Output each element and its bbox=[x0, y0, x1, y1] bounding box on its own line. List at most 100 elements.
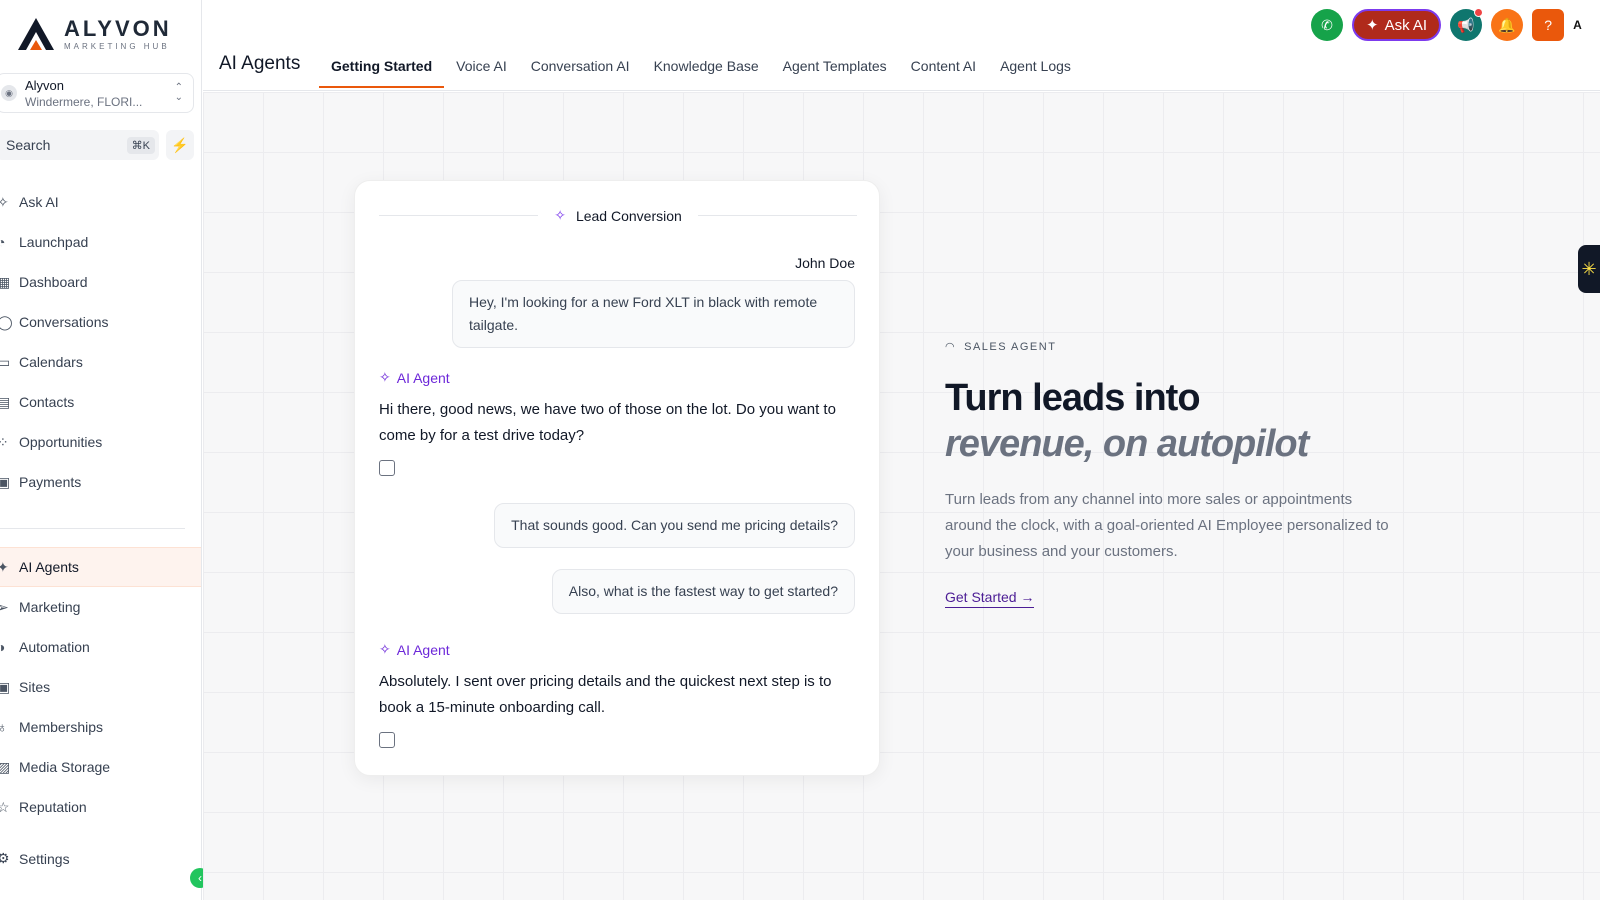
search-shortcut: ⌘K bbox=[126, 137, 155, 154]
sidebar-item-label: Contacts bbox=[19, 394, 75, 410]
sidebar-item-settings[interactable]: ⚙ Settings bbox=[0, 850, 70, 867]
sidebar-item-label: Ask AI bbox=[19, 194, 59, 210]
agent-message: Absolutely. I sent over pricing details … bbox=[379, 673, 832, 716]
gear-icon: ⚙ bbox=[0, 850, 10, 866]
brand-logo[interactable]: ALYVON MARKETING HUB bbox=[16, 16, 172, 52]
sidebar-nav-primary: ✧ Ask AI ◔ Launchpad ▦ Dashboard ◯ Conversat… bbox=[0, 182, 201, 502]
sidebar: ALYVON MARKETING HUB ◉ Alyvon Windermere… bbox=[0, 0, 210, 900]
sparkle-icon: ✧ bbox=[0, 193, 9, 210]
sidebar-item-memberships[interactable]: ♁ Memberships bbox=[0, 707, 201, 747]
membership-icon: ♁ bbox=[0, 719, 8, 735]
sidebar-item-automation[interactable]: ◑ Automation bbox=[0, 627, 201, 667]
side-widget-tab[interactable]: ✳ bbox=[1578, 245, 1600, 293]
sidebar-item-calendars[interactable]: ▭ Calendars bbox=[0, 342, 201, 382]
account-location: Windermere, FLORI... bbox=[25, 94, 143, 109]
sparkle-icon: ✧ bbox=[379, 641, 391, 657]
tab-bar: Getting Started Voice AI Conversation AI… bbox=[319, 46, 1083, 88]
quick-action-button[interactable]: ⚡ bbox=[166, 130, 194, 160]
agent-label: ✧ AI Agent bbox=[379, 641, 450, 658]
sidebar-nav-secondary: ✦ AI Agents ➢ Marketing ◑ Automation ▣ Sites… bbox=[0, 547, 201, 827]
user-message: Also, what is the fastest way to get sta… bbox=[551, 569, 855, 614]
sidebar-item-reputation[interactable]: ☆ Reputation bbox=[0, 787, 201, 827]
sidebar-item-launchpad[interactable]: ◔ Launchpad bbox=[0, 222, 201, 262]
sidebar-item-opportunities[interactable]: ⁘Opportunities bbox=[0, 422, 201, 462]
sidebar-item-label: Conversations bbox=[19, 314, 109, 330]
tab-knowledge-base[interactable]: Knowledge Base bbox=[642, 46, 771, 88]
sidebar-item-ai-agents[interactable]: ✦ AI Agents bbox=[0, 547, 201, 587]
top-bar: AI Agents Getting Started Voice AI Conve… bbox=[203, 0, 1600, 91]
chevron-updown-icon: ⌃ ⌄ bbox=[174, 82, 183, 103]
copy-icon[interactable] bbox=[379, 460, 395, 476]
payments-icon: ▣ bbox=[0, 473, 11, 490]
bell-icon: 🔔 bbox=[1498, 16, 1516, 33]
notifications-button[interactable]: 🔔 bbox=[1491, 9, 1524, 41]
sidebar-item-label: Calendars bbox=[19, 354, 83, 370]
sidebar-item-label: AI Agents bbox=[19, 559, 79, 575]
announcements-button[interactable]: 📢 bbox=[1450, 8, 1484, 41]
sidebar-item-payments[interactable]: ▣ Payments bbox=[0, 462, 201, 502]
ai-agent-icon: ✦ bbox=[0, 558, 9, 575]
tab-agent-logs[interactable]: Agent Logs bbox=[988, 46, 1083, 88]
card-title: Lead Conversion bbox=[575, 207, 682, 224]
sun-icon: ✳ bbox=[1581, 258, 1597, 279]
hero-heading-accent: revenue, on autopilot bbox=[945, 423, 1309, 465]
automation-icon: ◑ bbox=[0, 639, 6, 655]
contacts-icon: ▤ bbox=[0, 393, 11, 410]
opportunities-icon: ⁘ bbox=[0, 434, 19, 451]
user-avatar[interactable]: A bbox=[1573, 18, 1582, 32]
megaphone-icon: 📢 bbox=[1457, 16, 1475, 33]
agent-message: Hi there, good news, we have two of thos… bbox=[379, 401, 836, 444]
sidebar-item-marketing[interactable]: ➢ Marketing bbox=[0, 587, 201, 627]
sidebar-item-media-storage[interactable]: ▨ Media Storage bbox=[0, 747, 201, 787]
location-icon: ◉ bbox=[1, 85, 17, 101]
brand-name: ALYVON bbox=[64, 15, 172, 41]
hero-tag: ◠ SALES AGENT bbox=[945, 340, 1057, 354]
ask-ai-label: Ask AI bbox=[1384, 16, 1428, 34]
hero-section: ◠ SALES AGENT Turn leads into revenue, on… bbox=[945, 340, 1405, 608]
sidebar-divider bbox=[0, 528, 185, 529]
search-input[interactable]: Search ⌘K bbox=[0, 130, 159, 160]
header-actions: ✆ ✦ Ask AI 📢 🔔 ? A bbox=[1311, 8, 1582, 41]
sender-name: John Doe bbox=[795, 255, 855, 271]
sidebar-item-label: Sites bbox=[19, 679, 51, 695]
hero-heading: Turn leads into bbox=[945, 377, 1201, 419]
phone-icon: ✆ bbox=[1321, 16, 1333, 33]
account-switcher[interactable]: ◉ Alyvon Windermere, FLORI... ⌃ ⌄ bbox=[0, 73, 194, 113]
get-started-link[interactable]: Get Started → bbox=[945, 589, 1035, 608]
dashboard-icon: ▦ bbox=[0, 273, 11, 290]
tab-voice-ai[interactable]: Voice AI bbox=[444, 46, 519, 88]
sidebar-item-label: Opportunities bbox=[19, 434, 103, 450]
tab-conversation-ai[interactable]: Conversation AI bbox=[519, 46, 642, 88]
hero-description: Turn leads from any channel into more sa… bbox=[945, 491, 1389, 560]
sidebar-item-contacts[interactable]: ▤ Contacts bbox=[0, 382, 201, 422]
chat-preview-card: ✧ Lead Conversion John Doe Hey, I'm looki… bbox=[354, 180, 880, 776]
sidebar-item-sites[interactable]: ▣ Sites bbox=[0, 667, 201, 707]
tab-agent-templates[interactable]: Agent Templates bbox=[771, 46, 899, 88]
calendar-icon: ▭ bbox=[0, 353, 11, 370]
sparkle-icon: ✧ bbox=[379, 369, 391, 385]
sidebar-item-conversations[interactable]: ◯ Conversations bbox=[0, 302, 201, 342]
ask-ai-button[interactable]: ✦ Ask AI bbox=[1352, 9, 1442, 41]
copy-icon[interactable] bbox=[379, 732, 395, 748]
sidebar-item-ask-ai[interactable]: ✧ Ask AI bbox=[0, 182, 201, 222]
sidebar-item-dashboard[interactable]: ▦ Dashboard bbox=[0, 262, 201, 302]
tab-getting-started[interactable]: Getting Started bbox=[319, 46, 445, 88]
phone-button[interactable]: ✆ bbox=[1311, 9, 1343, 41]
bolt-icon: ⚡ bbox=[171, 136, 189, 153]
send-icon: ➢ bbox=[0, 598, 9, 615]
star-icon: ☆ bbox=[0, 798, 10, 815]
search-placeholder: Search bbox=[6, 137, 51, 153]
user-message: That sounds good. Can you send me pricin… bbox=[494, 503, 855, 548]
brand-subtitle: MARKETING HUB bbox=[64, 41, 170, 51]
help-button[interactable]: ? bbox=[1532, 9, 1565, 41]
tab-content-ai[interactable]: Content AI bbox=[899, 46, 988, 88]
chevron-left-icon: ‹ bbox=[198, 871, 202, 885]
sidebar-item-label: Reputation bbox=[19, 799, 87, 815]
page-title: AI Agents bbox=[219, 53, 301, 74]
sidebar-item-label: Memberships bbox=[19, 719, 104, 735]
card-header: ✧ Lead Conversion bbox=[379, 207, 857, 224]
sites-icon: ▣ bbox=[0, 678, 11, 695]
media-icon: ▨ bbox=[0, 758, 11, 775]
headset-icon: ◠ bbox=[945, 341, 957, 353]
notification-dot bbox=[1474, 8, 1484, 17]
